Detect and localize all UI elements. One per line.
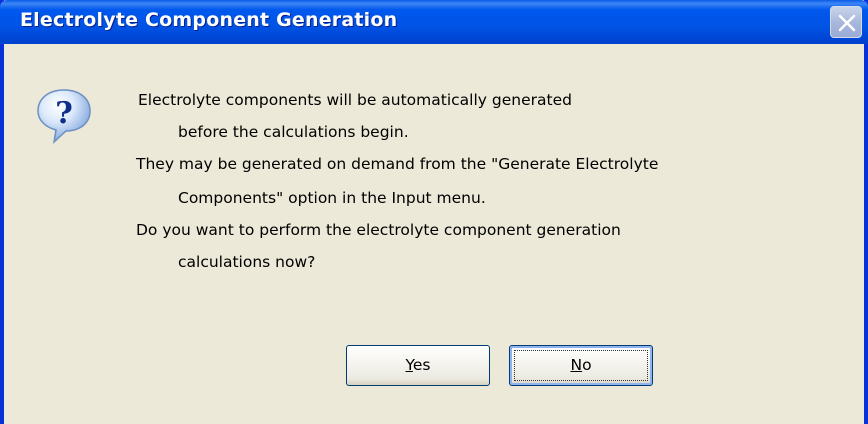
- question-icon: ?: [34, 86, 94, 146]
- message-line: Electrolyte components will be automatic…: [138, 91, 572, 109]
- message-line: before the calculations begin.: [178, 123, 409, 141]
- no-button[interactable]: No: [509, 345, 653, 386]
- message-line: They may be generated on demand from the…: [136, 155, 659, 173]
- close-button[interactable]: [830, 6, 862, 38]
- close-icon: [838, 14, 856, 32]
- message-line: calculations now?: [178, 253, 316, 271]
- focus-rectangle: [514, 350, 648, 381]
- dialog-title: Electrolyte Component Generation: [20, 9, 398, 31]
- yes-label: es: [412, 356, 431, 374]
- title-bar[interactable]: Electrolyte Component Generation: [0, 0, 868, 44]
- dialog-window: Electrolyte Component Generation ? Elect…: [0, 0, 868, 424]
- yes-button[interactable]: Yes: [346, 345, 490, 386]
- svg-text:?: ?: [55, 96, 73, 131]
- yes-mnemonic: Y: [405, 356, 413, 374]
- message-line: Do you want to perform the electrolyte c…: [136, 221, 621, 239]
- message-line: Components" option in the Input menu.: [178, 189, 486, 207]
